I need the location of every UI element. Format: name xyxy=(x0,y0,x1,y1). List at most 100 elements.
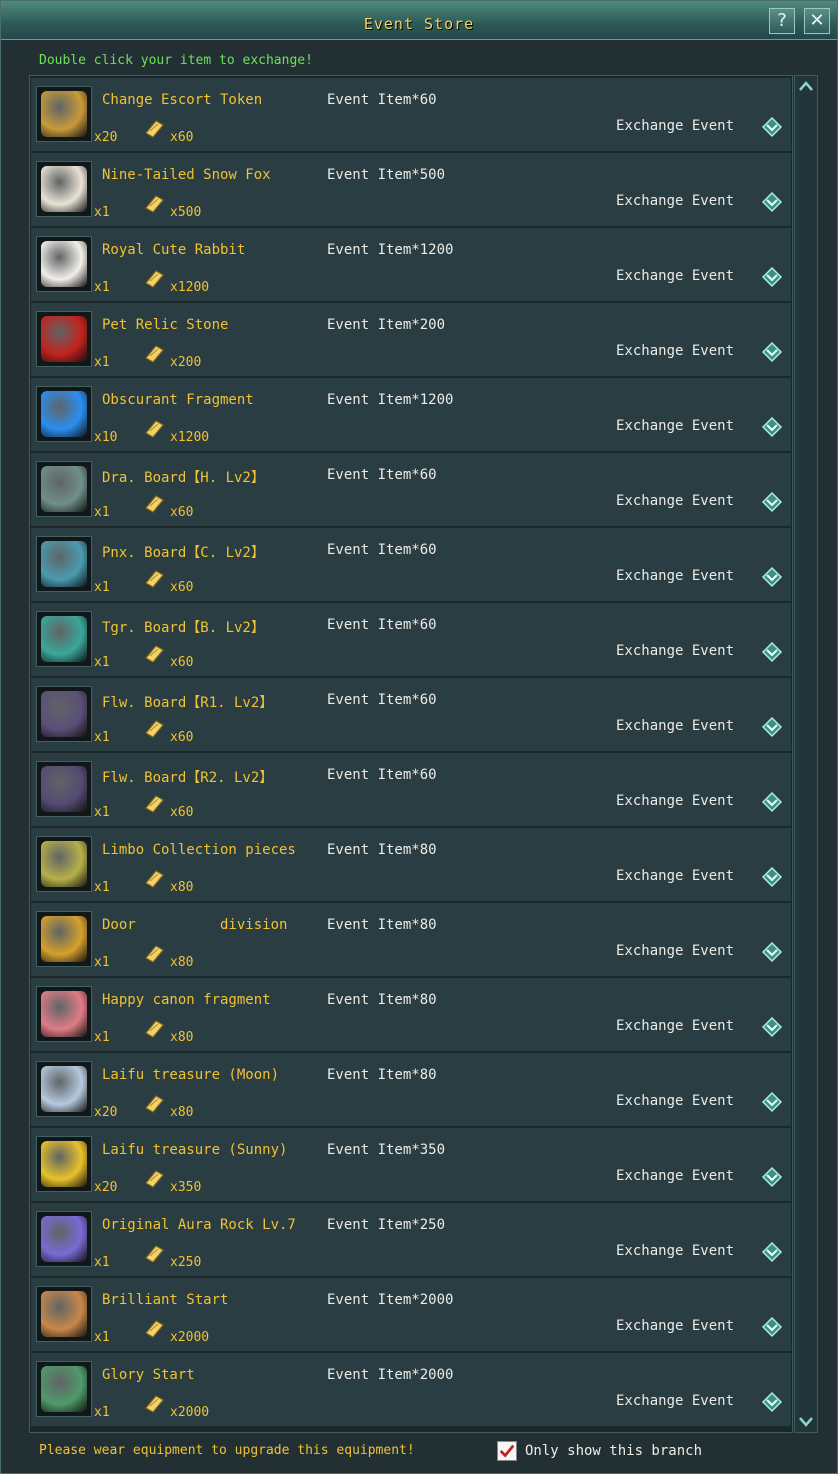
item-quantity: x20 xyxy=(94,1180,118,1195)
exchange-button-icon[interactable] xyxy=(761,866,783,888)
item-price: x2000 xyxy=(170,1330,210,1345)
title-bar[interactable]: Event Store ? ✕ xyxy=(1,1,837,40)
event-item-icon xyxy=(145,870,164,888)
item-row[interactable]: x20 Laifu treasure (Moon) Event Item*80 … xyxy=(31,1053,791,1128)
item-row[interactable]: x1 Royal Cute Rabbit Event Item*1200 x12… xyxy=(31,228,791,303)
event-item-icon xyxy=(145,1095,164,1113)
exchange-button-icon[interactable] xyxy=(761,641,783,663)
exchange-label: Exchange Event xyxy=(616,118,735,134)
exchange-button-icon[interactable] xyxy=(761,1316,783,1338)
item-slot[interactable] xyxy=(36,1061,92,1117)
item-name: Door division xyxy=(102,917,288,933)
item-row[interactable]: x10 Obscurant Fragment Event Item*1200 x… xyxy=(31,378,791,453)
item-row[interactable]: x1 Flw. Board【R2. Lv2】 Event Item*60 x60… xyxy=(31,753,791,828)
item-cost: Event Item*200 xyxy=(327,317,446,333)
exchange-label: Exchange Event xyxy=(616,1318,735,1334)
window-title: Event Store xyxy=(363,15,475,33)
exchange-button-icon[interactable] xyxy=(761,1391,783,1413)
exchange-button-icon[interactable] xyxy=(761,716,783,738)
item-price: x60 xyxy=(170,505,194,520)
item-slot[interactable] xyxy=(36,986,92,1042)
item-name: Dra. Board【H. Lv2】 xyxy=(102,470,265,486)
item-slot[interactable] xyxy=(36,686,92,742)
exchange-button-icon[interactable] xyxy=(761,941,783,963)
event-item-icon xyxy=(145,1245,164,1263)
help-button[interactable]: ? xyxy=(769,8,795,34)
item-price: x250 xyxy=(170,1255,202,1270)
exchange-button-icon[interactable] xyxy=(761,491,783,513)
exchange-label: Exchange Event xyxy=(616,1093,735,1109)
exchange-button-icon[interactable] xyxy=(761,116,783,138)
event-item-icon xyxy=(145,195,164,213)
item-row[interactable]: x20 Laifu treasure (Sunny) Event Item*35… xyxy=(31,1128,791,1203)
item-row[interactable]: x1 Pnx. Board【C. Lv2】 Event Item*60 x60 … xyxy=(31,528,791,603)
item-row[interactable]: x1 Brilliant Start Event Item*2000 x2000… xyxy=(31,1278,791,1353)
item-row[interactable]: x1 Flw. Board【R1. Lv2】 Event Item*60 x60… xyxy=(31,678,791,753)
item-row[interactable]: x1 Happy canon fragment Event Item*80 x8… xyxy=(31,978,791,1053)
item-row[interactable]: x1 Pet Relic Stone Event Item*200 x200 E… xyxy=(31,303,791,378)
exchange-button-icon[interactable] xyxy=(761,1091,783,1113)
item-slot[interactable] xyxy=(36,311,92,367)
item-slot[interactable] xyxy=(36,86,92,142)
item-row[interactable]: x1 Original Aura Rock Lv.7 Event Item*25… xyxy=(31,1203,791,1278)
item-row[interactable]: x1 Tgr. Board【B. Lv2】 Event Item*60 x60 … xyxy=(31,603,791,678)
item-row[interactable]: x1 Nine-Tailed Snow Fox Event Item*500 x… xyxy=(31,153,791,228)
item-slot[interactable] xyxy=(36,836,92,892)
item-slot[interactable] xyxy=(36,1286,92,1342)
item-slot[interactable] xyxy=(36,1361,92,1417)
item-cost: Event Item*80 xyxy=(327,992,437,1008)
scroll-down-icon[interactable] xyxy=(796,1411,816,1431)
event-item-icon xyxy=(145,120,164,138)
item-slot[interactable] xyxy=(36,611,92,667)
scroll-icon xyxy=(41,916,87,962)
item-row[interactable]: x1 Door division Event Item*80 x80 Excha… xyxy=(31,903,791,978)
only-branch-checkbox[interactable] xyxy=(497,1441,517,1461)
event-item-icon xyxy=(145,645,164,663)
item-row[interactable]: x20 Change Escort Token Event Item*60 x6… xyxy=(31,78,791,153)
item-row[interactable]: x1 Dra. Board【H. Lv2】 Event Item*60 x60 … xyxy=(31,453,791,528)
exchange-button-icon[interactable] xyxy=(761,1241,783,1263)
item-slot[interactable] xyxy=(36,1211,92,1267)
item-slot[interactable] xyxy=(36,461,92,517)
item-cost: Event Item*500 xyxy=(327,167,446,183)
item-slot[interactable] xyxy=(36,236,92,292)
checkmark-icon xyxy=(499,1444,515,1458)
event-item-icon xyxy=(145,345,164,363)
exchange-label: Exchange Event xyxy=(616,493,735,509)
item-cost: Event Item*80 xyxy=(327,842,437,858)
exchange-button-icon[interactable] xyxy=(761,341,783,363)
scrollbar[interactable] xyxy=(794,75,818,1433)
item-quantity: x1 xyxy=(94,1030,110,1045)
exchange-hint: Double click your item to exchange! xyxy=(39,53,313,68)
exchange-label: Exchange Event xyxy=(616,193,735,209)
exchange-button-icon[interactable] xyxy=(761,266,783,288)
item-slot[interactable] xyxy=(36,1136,92,1192)
item-row[interactable]: x1 Limbo Collection pieces Event Item*80… xyxy=(31,828,791,903)
event-item-icon xyxy=(145,1395,164,1413)
item-slot[interactable] xyxy=(36,911,92,967)
exchange-button-icon[interactable] xyxy=(761,566,783,588)
exchange-button-icon[interactable] xyxy=(761,416,783,438)
exchange-button-icon[interactable] xyxy=(761,191,783,213)
item-name: Pet Relic Stone xyxy=(102,317,229,333)
exchange-button-icon[interactable] xyxy=(761,1016,783,1038)
close-button[interactable]: ✕ xyxy=(804,8,830,34)
item-slot[interactable] xyxy=(36,161,92,217)
exchange-label: Exchange Event xyxy=(616,1393,735,1409)
dragon-board-icon xyxy=(41,466,87,512)
item-price: x200 xyxy=(170,355,202,370)
tiger-board-icon xyxy=(41,616,87,662)
event-item-icon xyxy=(145,945,164,963)
item-row[interactable]: x1 Glory Start Event Item*2000 x2000 Exc… xyxy=(31,1353,791,1428)
item-slot[interactable] xyxy=(36,761,92,817)
item-quantity: x1 xyxy=(94,280,110,295)
item-slot[interactable] xyxy=(36,386,92,442)
scroll-up-icon[interactable] xyxy=(796,77,816,97)
item-name: Tgr. Board【B. Lv2】 xyxy=(102,620,265,636)
item-cost: Event Item*60 xyxy=(327,692,437,708)
exchange-button-icon[interactable] xyxy=(761,1166,783,1188)
item-quantity: x1 xyxy=(94,1405,110,1420)
item-slot[interactable] xyxy=(36,536,92,592)
exchange-button-icon[interactable] xyxy=(761,791,783,813)
event-item-icon xyxy=(145,720,164,738)
